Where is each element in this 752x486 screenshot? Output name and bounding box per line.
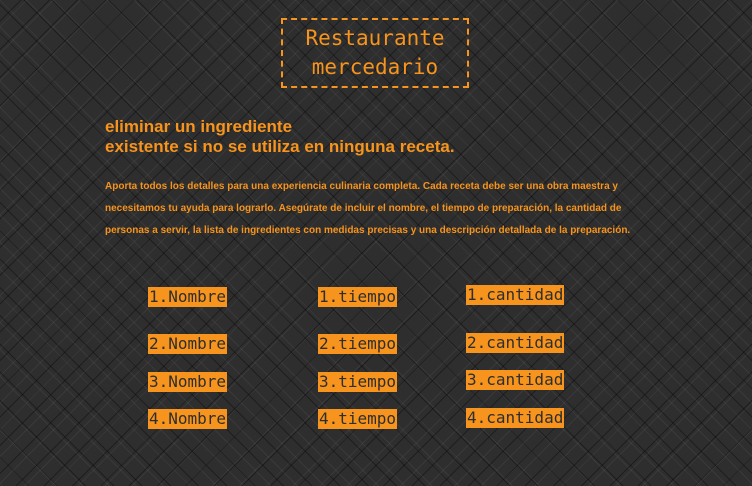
nombre-field-4[interactable]: 4.Nombre xyxy=(148,409,228,429)
cantidad-field-3[interactable]: 3.cantidad xyxy=(466,370,565,390)
nombre-field-3[interactable]: 3.Nombre xyxy=(148,372,228,392)
tiempo-field-4[interactable]: 4.tiempo xyxy=(318,409,398,429)
tiempo-field-2[interactable]: 2.tiempo xyxy=(318,334,398,354)
intro-paragraph: Aporta todos los detalles para una exper… xyxy=(105,181,631,236)
tiempo-field-1[interactable]: 1.tiempo xyxy=(318,287,398,307)
nombre-field-1[interactable]: 1.Nombre xyxy=(148,287,228,307)
tiempo-field-3[interactable]: 3.tiempo xyxy=(318,372,398,392)
logo-text: Restaurante mercedario xyxy=(305,26,445,79)
nombre-field-2[interactable]: 2.Nombre xyxy=(148,334,228,354)
cantidad-field-2[interactable]: 2.cantidad xyxy=(466,333,565,353)
cantidad-field-1[interactable]: 1.cantidad xyxy=(466,285,565,305)
cantidad-field-4[interactable]: 4.cantidad xyxy=(466,408,565,428)
restaurant-logo: Restaurante mercedario xyxy=(281,18,469,88)
page-heading: eliminar un ingrediente existente si no … xyxy=(105,117,455,156)
